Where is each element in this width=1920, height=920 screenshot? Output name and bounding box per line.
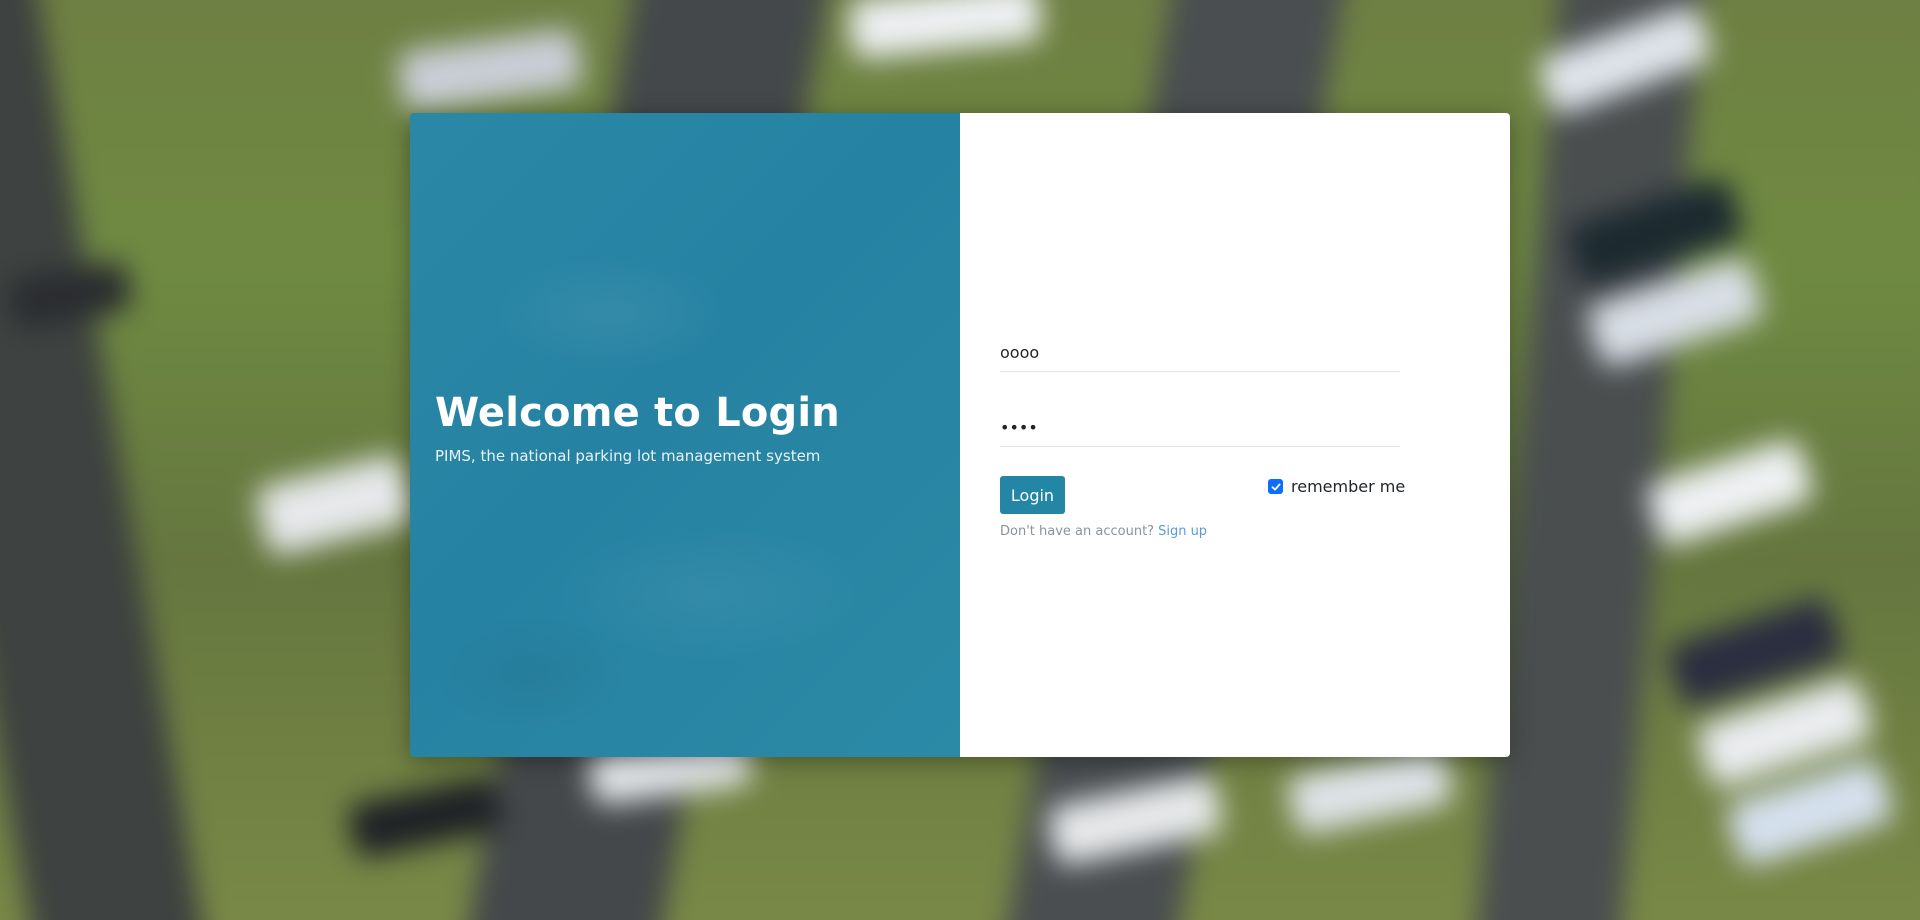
- password-input[interactable]: [1000, 410, 1400, 444]
- username-input[interactable]: [1000, 335, 1400, 369]
- welcome-subtitle: PIMS, the national parking lot managemen…: [435, 447, 821, 465]
- welcome-title: Welcome to Login: [435, 390, 840, 436]
- password-field-wrapper: [1000, 410, 1400, 447]
- welcome-panel: Welcome to Login PIMS, the national park…: [410, 113, 960, 757]
- remember-me-option[interactable]: remember me: [1268, 477, 1405, 496]
- username-field-wrapper: [1000, 335, 1400, 372]
- signup-link[interactable]: Sign up: [1158, 524, 1207, 539]
- login-form-panel: Login remember me Don't have an account?…: [960, 113, 1510, 757]
- remember-me-checkbox[interactable]: [1268, 479, 1283, 494]
- login-button[interactable]: Login: [1000, 476, 1065, 514]
- checkmark-icon: [1271, 483, 1280, 490]
- signup-prompt: Don't have an account? Sign up: [1000, 524, 1207, 539]
- no-account-text: Don't have an account?: [1000, 524, 1155, 539]
- login-card: Welcome to Login PIMS, the national park…: [410, 113, 1510, 757]
- remember-me-label: remember me: [1291, 477, 1406, 496]
